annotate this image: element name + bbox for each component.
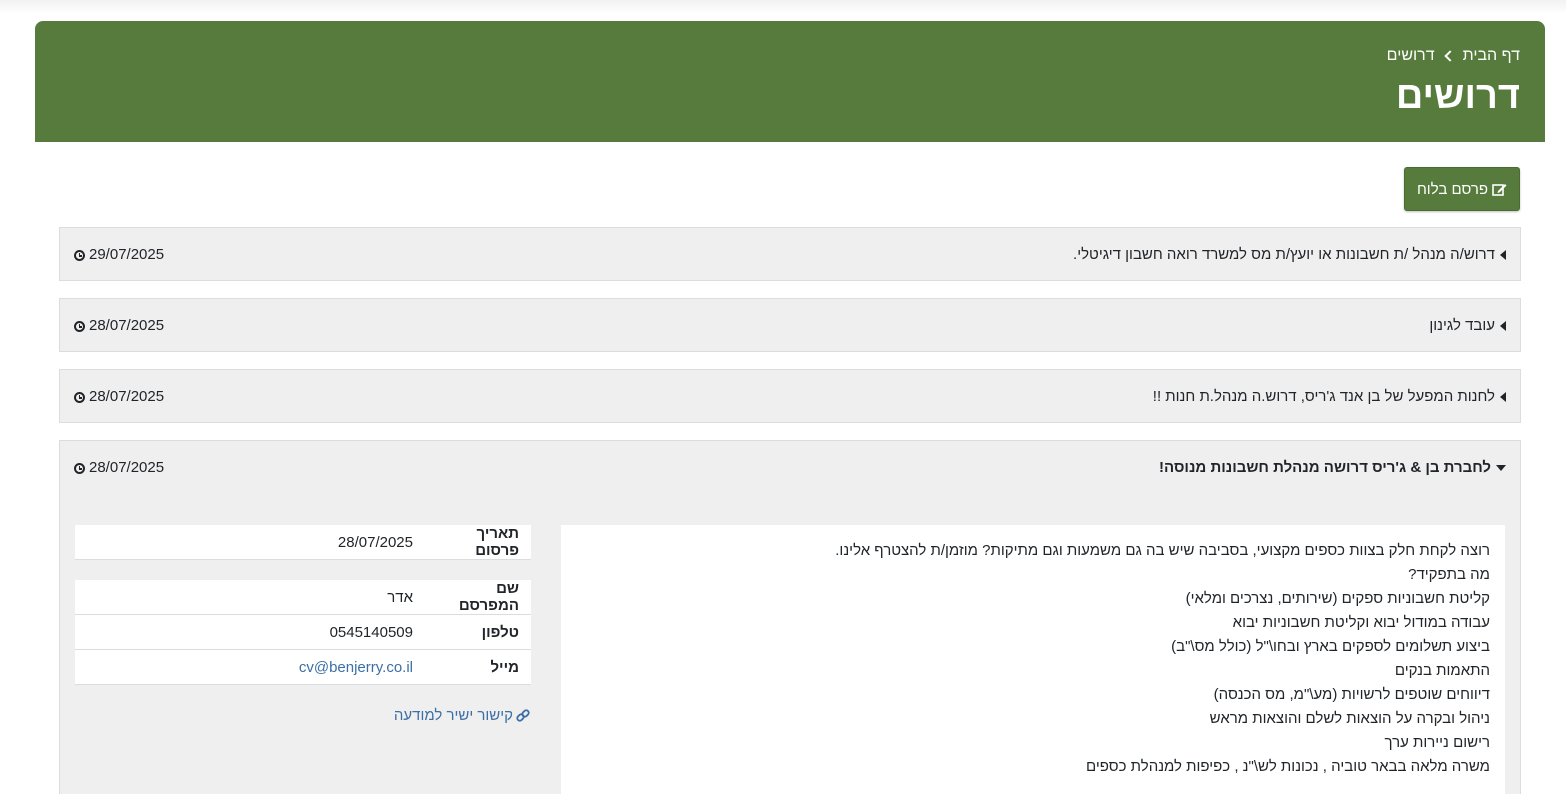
clock-icon [74,462,85,474]
publisher-info-table: שם המפרסם אדר טלפון 0545140509 מייל cv@b… [75,580,531,685]
breadcrumb-home-link[interactable]: דף הבית [1463,47,1520,65]
description-line: רוצה לקחת חלק בצוות כספים מקצועי, בסביבה… [835,542,1490,559]
publish-info-table: תאריך פרסום 28/07/2025 [75,525,531,560]
listing-date: 28/07/2025 [74,441,164,495]
description-line: ניהול ובקרה על הוצאות לשלם והוצאות מראש [1209,710,1490,727]
description-line: רישום ניירות ערך [1384,734,1490,751]
edit-icon [1492,184,1507,196]
listing-toggle[interactable]: לחברת בן & ג'ריס דרושה מנהלת חשבונות מנו… [1159,441,1506,495]
page: דף הבית דרושים דרושים פרסם בלוח דרוש/ה מ… [0,0,1566,794]
listing-item-expanded: לחברת בן & ג'ריס דרושה מנהלת חשבונות מנו… [59,440,1521,794]
listing-toggle[interactable]: עובד לגינון [1429,299,1506,353]
chevron-left-icon [1443,50,1456,62]
caret-left-icon [1500,392,1506,402]
email-label: מייל [425,649,531,685]
page-title: דרושים [1395,75,1520,117]
table-row: טלפון 0545140509 [75,614,531,650]
description-line: משרה מלאה בבאר טוביה , נכונות לש\"נ , כפ… [1086,758,1490,775]
phone-label: טלפון [425,614,531,650]
clock-icon [74,249,85,261]
table-row: שם המפרסם אדר [75,580,531,615]
link-icon [516,708,530,722]
publish-date-value: 28/07/2025 [75,525,425,560]
publisher-value: אדר [75,580,425,615]
listing-date-text: 28/07/2025 [89,388,165,405]
publisher-label: שם המפרסם [425,580,531,615]
listing-date: 29/07/2025 [74,228,164,282]
breadcrumb-current: דרושים [1386,47,1435,64]
listing-title: לחברת בן & ג'ריס דרושה מנהלת חשבונות מנו… [1158,459,1491,476]
description-line: מה בתפקיד? [1408,566,1490,583]
listing-title: לחנות המפעל של בן אנד ג'ריס, דרוש.ה מנהל… [1152,388,1495,405]
description-line: עבודה במודול יבוא וקליטת חשבוניות יבוא [1232,614,1490,631]
listing-date-text: 28/07/2025 [89,459,165,476]
listings-list: דרוש/ה מנהל /ת חשבונות או יועץ/ת מס למשר… [59,227,1521,794]
top-shadow [0,0,1566,14]
table-row: תאריך פרסום 28/07/2025 [75,525,531,560]
email-link[interactable]: cv@benjerry.co.il [299,659,413,676]
direct-link[interactable]: קישור ישיר למודעה [394,707,531,724]
listing-date: 28/07/2025 [74,299,164,353]
listing-item: לחנות המפעל של בן אנד ג'ריס, דרוש.ה מנהל… [59,369,1521,423]
listing-date-text: 29/07/2025 [89,246,165,263]
publish-on-board-button[interactable]: פרסם בלוח [1404,167,1520,211]
caret-left-icon [1500,321,1506,331]
listing-description: רוצה לקחת חלק בצוות כספים מקצועי, בסביבה… [561,525,1505,794]
listing-item: דרוש/ה מנהל /ת חשבונות או יועץ/ת מס למשר… [59,227,1521,281]
phone-value: 0545140509 [75,614,425,650]
table-row: מייל cv@benjerry.co.il [75,649,531,685]
listing-toggle[interactable]: דרוש/ה מנהל /ת חשבונות או יועץ/ת מס למשר… [1073,228,1506,282]
description-line: ביצוע תשלומים לספקים בארץ ובחו\"ל (כולל … [1171,638,1490,655]
publish-date-label: תאריך פרסום [425,525,531,560]
description-line: דיווחים שוטפים לרשויות (מע\"מ, מס הכנסה) [1213,686,1490,703]
caret-left-icon [1500,250,1506,260]
listing-toggle[interactable]: לחנות המפעל של בן אנד ג'ריס, דרוש.ה מנהל… [1153,370,1506,424]
listing-title: עובד לגינון [1429,317,1495,334]
description-line: קליטת חשבוניות ספקים (שירותים, נצרכים ומ… [1185,590,1490,607]
description-line: התאמות בנקים [1394,662,1490,679]
publish-button-label: פרסם בלוח [1416,180,1489,198]
clock-icon [74,320,85,332]
listing-item: עובד לגינון 28/07/2025 [59,298,1521,352]
listing-date-text: 28/07/2025 [89,317,165,334]
listing-date: 28/07/2025 [74,370,164,424]
clock-icon [74,391,85,403]
breadcrumb: דף הבית דרושים [1387,47,1520,65]
listing-details: תאריך פרסום 28/07/2025 שם המפרסם אדר טלפ… [75,525,531,724]
listing-title: דרוש/ה מנהל /ת חשבונות או יועץ/ת מס למשר… [1073,246,1495,263]
page-header: דף הבית דרושים דרושים [35,21,1545,142]
caret-down-icon [1496,465,1506,471]
direct-link-label: קישור ישיר למודעה [393,707,513,724]
